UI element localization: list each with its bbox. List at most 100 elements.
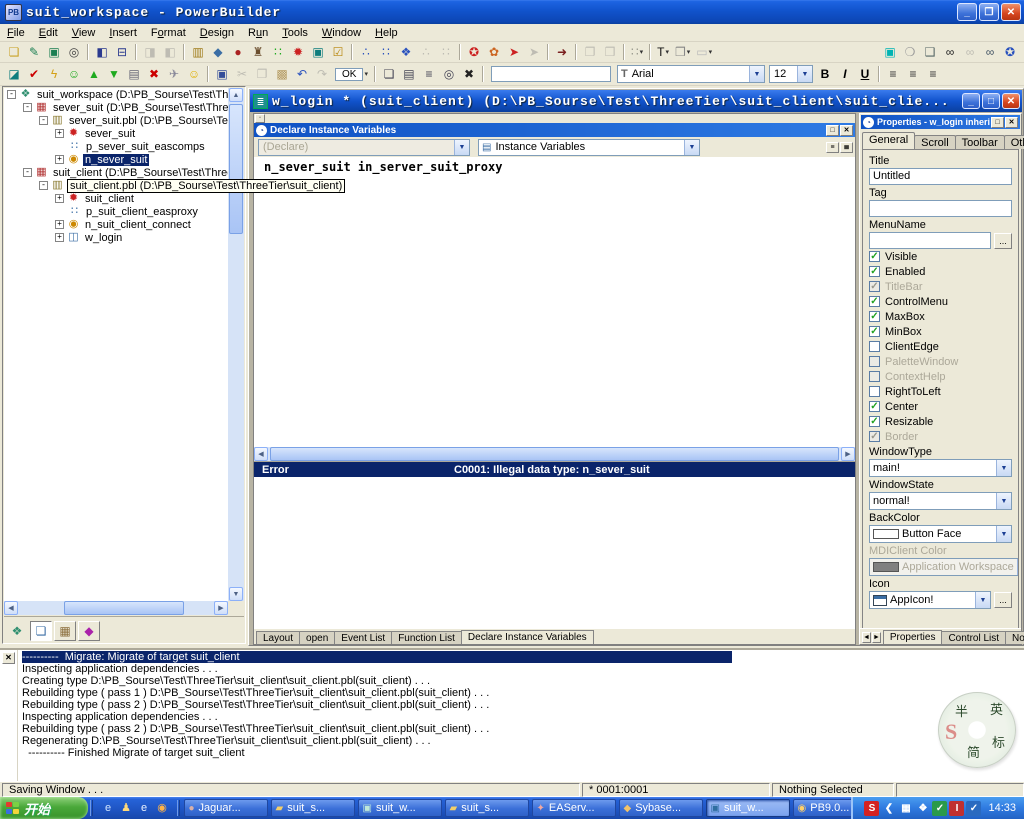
library-list2-icon[interactable]: ∷ xyxy=(376,43,396,61)
shield-tray-icon[interactable]: ✓ xyxy=(932,801,947,816)
tab-general[interactable]: General xyxy=(862,132,915,149)
close-pane-icon[interactable]: ✖ xyxy=(459,65,479,83)
tab-non-visual-c[interactable]: Non-Visual C xyxy=(1005,631,1024,644)
menu-run[interactable]: Run xyxy=(241,26,275,40)
tree-item[interactable]: +◉n_sever_suit xyxy=(4,153,230,166)
tree-item[interactable]: +◫w_login xyxy=(4,231,230,244)
compile-check-icon[interactable]: ✔ xyxy=(24,65,44,83)
select-region-icon[interactable]: ▣ xyxy=(880,43,900,61)
menu-insert[interactable]: Insert xyxy=(102,26,144,40)
collapse-icon[interactable]: - xyxy=(39,181,48,190)
plugin-tray-icon[interactable]: ❖ xyxy=(915,801,930,816)
system-tree-icon[interactable]: ◧ xyxy=(92,43,112,61)
start-button[interactable]: 开始 xyxy=(0,797,88,819)
profiling-icon[interactable]: ✿ xyxy=(484,43,504,61)
chevron-down-icon[interactable]: ▼ xyxy=(996,526,1011,542)
new-doc-icon[interactable]: ❏ xyxy=(379,65,399,83)
output-line[interactable]: ---------- Migrate: Migrate of target su… xyxy=(22,651,1024,663)
mdi-close-button[interactable]: ✕ xyxy=(1002,93,1020,109)
ie-doc-icon[interactable]: e xyxy=(136,800,152,816)
background-color-dropdown[interactable]: ❒▾ xyxy=(672,43,693,61)
collapse-tray-icon[interactable]: ❮ xyxy=(881,801,896,816)
properties-icon[interactable]: ▤ xyxy=(399,65,419,83)
tab-open[interactable]: open xyxy=(299,631,335,644)
taskbar-handle[interactable] xyxy=(177,800,180,816)
run-icon[interactable]: ➤ xyxy=(504,43,524,61)
collapse-icon[interactable]: - xyxy=(39,116,48,125)
workspace-view-icon[interactable]: ❖ xyxy=(6,621,28,641)
list-view-button[interactable]: ≡ xyxy=(826,142,839,153)
menu-design[interactable]: Design xyxy=(193,26,241,40)
backcolor-select[interactable]: Button Face▼ xyxy=(869,525,1012,543)
balloon-help-icon[interactable]: ❍ xyxy=(900,43,920,61)
checkbox-visible[interactable]: ✓Visible xyxy=(869,249,1012,264)
title-input[interactable]: Untitled xyxy=(869,168,1012,185)
close-button[interactable]: ✕ xyxy=(1001,3,1021,21)
plane-icon[interactable]: ✈ xyxy=(164,65,184,83)
tab-properties[interactable]: Properties xyxy=(883,630,943,644)
library-list-icon[interactable]: ∴ xyxy=(356,43,376,61)
stop-icon[interactable]: ✪ xyxy=(464,43,484,61)
collapse-icon[interactable]: - xyxy=(23,103,32,112)
chevron-down-icon[interactable]: ▼ xyxy=(975,592,990,608)
menuname-input[interactable] xyxy=(869,232,991,249)
menu-tools[interactable]: Tools xyxy=(275,26,315,40)
output-close-button[interactable]: ✕ xyxy=(2,652,15,664)
menu-window[interactable]: Window xyxy=(315,26,368,40)
align-center-icon[interactable]: ≡ xyxy=(903,65,923,83)
output-line[interactable]: Rebuilding type ( pass 1 ) D:\PB_Sourse\… xyxy=(22,687,1024,699)
mdi-maximize-button[interactable]: □ xyxy=(982,93,1000,109)
tab-other[interactable]: Other xyxy=(1004,135,1024,149)
tab-layout[interactable]: Layout xyxy=(256,631,300,644)
notes-icon[interactable]: ▤ xyxy=(124,65,144,83)
italic-button[interactable]: I xyxy=(835,65,855,83)
tree-item[interactable]: -▥sever_suit.pbl (D:\PB_Sourse\Test\Thre… xyxy=(4,114,230,127)
save-icon[interactable]: ▣ xyxy=(212,65,232,83)
inherit-icon[interactable]: ✎ xyxy=(24,43,44,61)
todo-list-icon[interactable]: ☑ xyxy=(328,43,348,61)
library-view-button[interactable]: ▦ xyxy=(54,621,76,641)
taskbar-handle[interactable] xyxy=(90,800,93,816)
windowstate-select[interactable]: normal!▼ xyxy=(869,492,1012,510)
taskbar-task[interactable]: ◉PB9.0... xyxy=(793,799,852,817)
scroll-up-icon[interactable]: ▲ xyxy=(229,88,243,102)
tree-item[interactable]: -▥suit_client.pbl (D:\PB_Sourse\Test\Thr… xyxy=(4,179,228,192)
safety-tray-icon[interactable]: ✓ xyxy=(966,801,981,816)
scroll-right-icon[interactable]: ▶ xyxy=(214,601,228,615)
bold-button[interactable]: B xyxy=(815,65,835,83)
paste-icon[interactable]: ▩ xyxy=(272,65,292,83)
output-line[interactable]: Inspecting application dependencies . . … xyxy=(22,711,1024,723)
list-view2-button[interactable]: ≣ xyxy=(840,142,853,153)
chevron-down-icon[interactable]: ▼ xyxy=(797,66,812,82)
menu-format[interactable]: Format xyxy=(144,26,193,40)
declare-combo[interactable]: (Declare) ▼ xyxy=(258,139,470,156)
scroll-thumb[interactable] xyxy=(64,601,184,615)
toolbar-text-input[interactable] xyxy=(491,66,611,82)
tree-item[interactable]: ∷p_suit_client_easproxy xyxy=(4,205,230,218)
ellipsis-button[interactable]: ... xyxy=(994,233,1012,249)
deploy-up-icon[interactable]: ▲ xyxy=(84,65,104,83)
script-list-icon[interactable]: ≡ xyxy=(419,65,439,83)
taskbar-task[interactable]: ▰suit_s... xyxy=(445,799,529,817)
checkbox-titlebar[interactable]: ✓TitleBar xyxy=(869,279,1012,294)
tab-scroll[interactable]: Scroll xyxy=(914,135,956,149)
properties-close-button[interactable]: ✕ xyxy=(1005,117,1018,128)
expand-icon[interactable]: + xyxy=(55,194,64,203)
user-icon[interactable]: ♟ xyxy=(118,800,134,816)
expand-icon[interactable]: + xyxy=(55,220,64,229)
scroll-down-icon[interactable]: ▼ xyxy=(229,587,243,601)
tree-item[interactable]: ∷p_sever_suit_eascomps xyxy=(4,140,230,153)
chevron-down-icon[interactable]: ▼ xyxy=(454,140,469,155)
pane-close-button[interactable]: ✕ xyxy=(840,125,853,136)
components-icon[interactable]: ∷ xyxy=(268,43,288,61)
wizard-icon[interactable]: ◪ xyxy=(4,65,24,83)
checkbox-maxbox[interactable]: ✓MaxBox xyxy=(869,309,1012,324)
checkbox-border[interactable]: ✓Border xyxy=(869,429,1012,444)
perf-tray-icon[interactable]: ▦ xyxy=(898,801,913,816)
ie-icon[interactable]: e xyxy=(100,800,116,816)
tree-item[interactable]: -❖suit_workspace (D:\PB_Sourse\Test\Thre… xyxy=(4,88,230,101)
align-left-icon[interactable]: ≡ xyxy=(883,65,903,83)
chevron-down-icon[interactable]: ▼ xyxy=(996,460,1011,476)
chevron-down-icon[interactable]: ▼ xyxy=(749,66,764,82)
sybase-tray-icon[interactable]: S xyxy=(864,801,879,816)
